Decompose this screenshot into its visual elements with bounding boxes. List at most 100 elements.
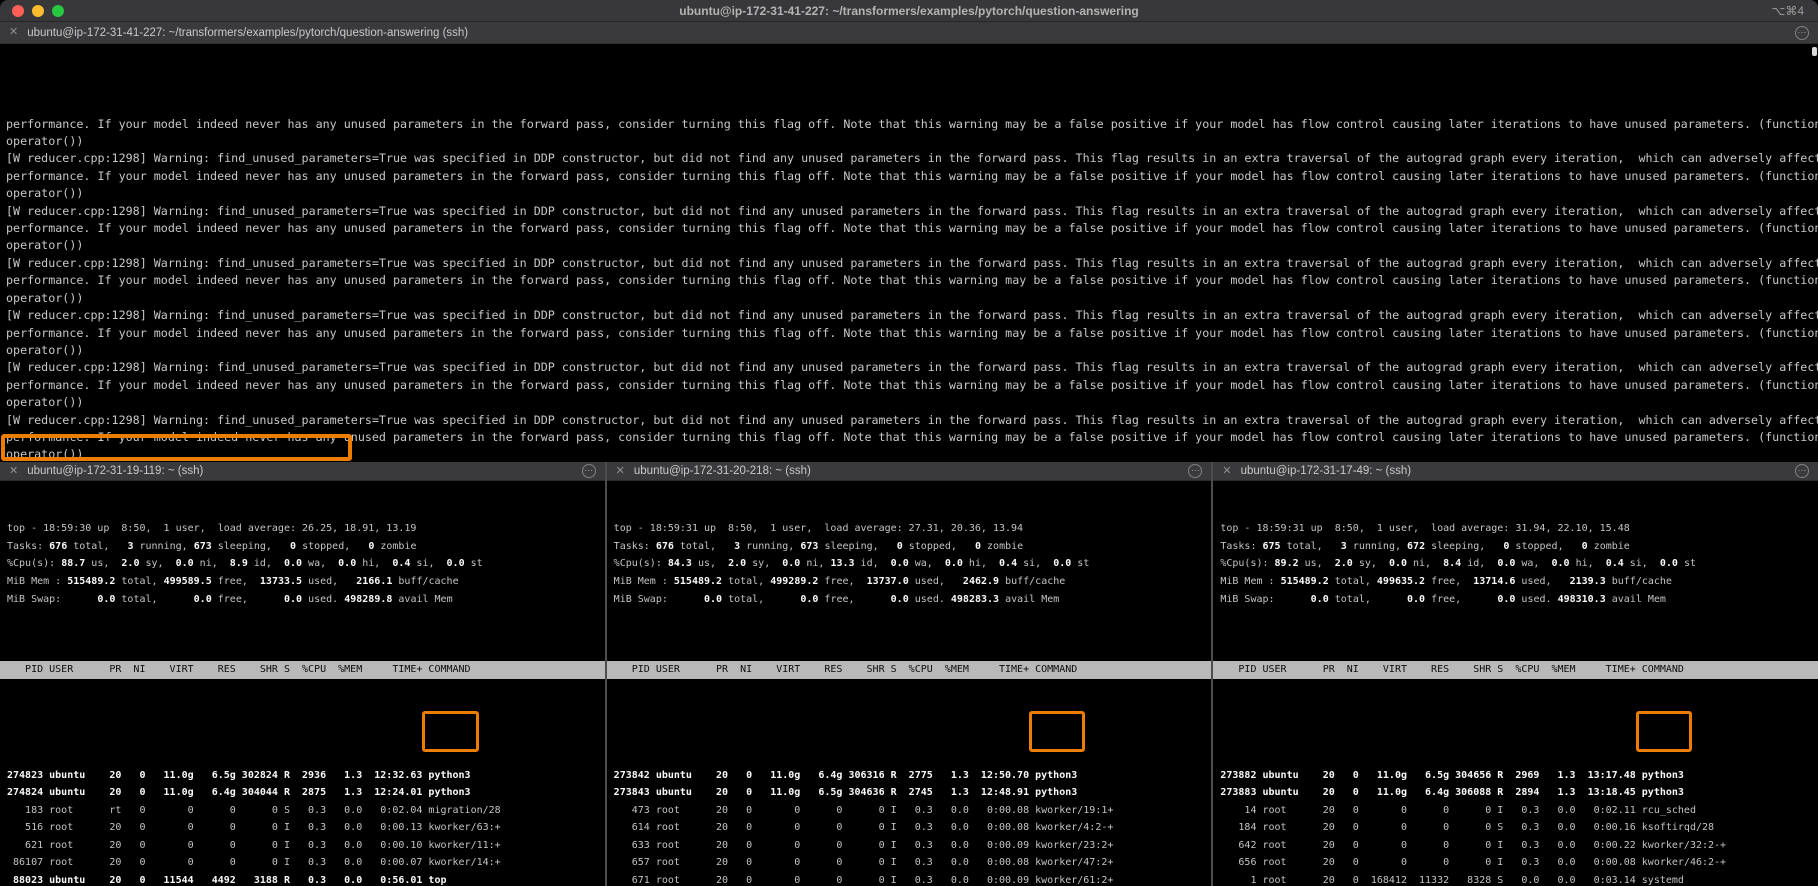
close-window-button[interactable]	[12, 5, 24, 17]
monitor-pane-1-titlebar: ✕ ubuntu@ip-172-31-19-119: ~ (ssh) ⋯	[0, 462, 605, 481]
monitor-pane-2-titlebar: ✕ ubuntu@ip-172-31-20-218: ~ (ssh) ⋯	[607, 462, 1212, 481]
monitor-terminal-1[interactable]: top - 18:59:30 up 8:50, 1 user, load ave…	[0, 481, 605, 886]
terminal-line: operator())	[6, 133, 1818, 150]
close-icon[interactable]: ✕	[9, 27, 18, 38]
summary-line: Tasks: 676 total, 3 running, 673 sleepin…	[614, 538, 1212, 556]
summary-line: Tasks: 676 total, 3 running, 673 sleepin…	[7, 538, 605, 556]
summary-line: %Cpu(s): 89.2 us, 2.0 sy, 0.0 ni, 8.4 id…	[1220, 555, 1818, 573]
terminal-line: performance. If your model indeed never …	[6, 272, 1818, 289]
window-title: ubuntu@ip-172-31-41-227: ~/transformers/…	[679, 4, 1139, 18]
terminal-line: performance. If your model indeed never …	[6, 116, 1818, 133]
process-row: 273883 ubuntu 20 0 11.0g 6.4g 306088 R 2…	[1220, 784, 1818, 802]
terminal-line: operator())	[6, 394, 1818, 411]
zoom-window-button[interactable]	[52, 5, 64, 17]
process-row: 633 root 20 0 0 0 0 I 0.3 0.0 0:00.09 kw…	[614, 837, 1212, 855]
blank-line	[614, 608, 1212, 626]
terminal-line: [W reducer.cpp:1298] Warning: find_unuse…	[6, 255, 1818, 272]
summary-line: %Cpu(s): 88.7 us, 2.0 sy, 0.0 ni, 8.9 id…	[7, 555, 605, 573]
monitor-pane-2: ✕ ubuntu@ip-172-31-20-218: ~ (ssh) ⋯ top…	[607, 462, 1212, 886]
process-row: 657 root 20 0 0 0 0 I 0.3 0.0 0:00.08 kw…	[614, 854, 1212, 872]
scrollbar-thumb[interactable]	[1812, 47, 1817, 56]
terminal-line: performance. If your model indeed never …	[6, 429, 1818, 446]
monitor-pane-3-title: ubuntu@ip-172-31-17-49: ~ (ssh)	[1241, 465, 1412, 477]
summary-line: MiB Swap: 0.0 total, 0.0 free, 0.0 used.…	[614, 591, 1212, 609]
terminal-line: operator())	[6, 237, 1818, 254]
process-row: 516 root 20 0 0 0 0 I 0.3 0.0 0:00.13 kw…	[7, 819, 605, 837]
window-shortcut-badge: ⌥⌘4	[1771, 0, 1804, 21]
summary-line: MiB Mem : 515489.2 total, 499289.2 free,…	[614, 573, 1212, 591]
process-table-header: PID USER PR NI VIRT RES SHR S %CPU %MEM …	[1213, 661, 1818, 679]
process-row: 88023 ubuntu 20 0 11544 4492 3188 R 0.3 …	[7, 872, 605, 886]
close-icon[interactable]: ✕	[616, 466, 625, 477]
process-row: 273843 ubuntu 20 0 11.0g 6.5g 304636 R 2…	[614, 784, 1212, 802]
process-row: 273882 ubuntu 20 0 11.0g 6.5g 304656 R 2…	[1220, 767, 1818, 785]
monitor-pane-3-titlebar: ✕ ubuntu@ip-172-31-17-49: ~ (ssh) ⋯	[1213, 462, 1818, 481]
summary-line: MiB Mem : 515489.2 total, 499589.5 free,…	[7, 573, 605, 591]
monitor-terminal-2[interactable]: top - 18:59:31 up 8:50, 1 user, load ave…	[607, 481, 1212, 886]
process-table-header: PID USER PR NI VIRT RES SHR S %CPU %MEM …	[607, 661, 1212, 679]
process-table: 273882 ubuntu 20 0 11.0g 6.5g 304656 R 2…	[1220, 714, 1818, 886]
process-row: 184 root 20 0 0 0 0 S 0.3 0.0 0:00.16 ks…	[1220, 819, 1818, 837]
terminal-line: performance. If your model indeed never …	[6, 168, 1818, 185]
terminal-line: performance. If your model indeed never …	[6, 220, 1818, 237]
minimize-window-button[interactable]	[32, 5, 44, 17]
terminal-line: [W reducer.cpp:1298] Warning: find_unuse…	[6, 307, 1818, 324]
pane-main-title: ubuntu@ip-172-31-41-227: ~/transformers/…	[27, 27, 468, 39]
process-row: 273842 ubuntu 20 0 11.0g 6.4g 306316 R 2…	[614, 767, 1212, 785]
blank-line	[1220, 608, 1818, 626]
monitor-pane-1: ✕ ubuntu@ip-172-31-19-119: ~ (ssh) ⋯ top…	[0, 462, 605, 886]
terminal-line: [W reducer.cpp:1298] Warning: find_unuse…	[6, 150, 1818, 167]
process-row: 656 root 20 0 0 0 0 I 0.3 0.0 0:00.08 kw…	[1220, 854, 1818, 872]
terminal-line: performance. If your model indeed never …	[6, 377, 1818, 394]
pane-menu-icon[interactable]: ⋯	[1795, 26, 1809, 40]
top-summary: top - 18:59:31 up 8:50, 1 user, load ave…	[1220, 520, 1818, 626]
summary-line: MiB Swap: 0.0 total, 0.0 free, 0.0 used.…	[7, 591, 605, 609]
blank-line	[7, 608, 605, 626]
summary-line: MiB Mem : 515489.2 total, 499635.2 free,…	[1220, 573, 1818, 591]
pane-menu-icon[interactable]: ⋯	[582, 464, 596, 478]
annotation-box-python3	[1029, 711, 1085, 752]
terminal-line: operator())	[6, 290, 1818, 307]
terminal-line: operator())	[6, 342, 1818, 359]
process-table: 274823 ubuntu 20 0 11.0g 6.5g 302824 R 2…	[7, 714, 605, 886]
pane-main-titlebar: ✕ ubuntu@ip-172-31-41-227: ~/transformer…	[0, 22, 1818, 44]
macos-titlebar: ubuntu@ip-172-31-41-227: ~/transformers/…	[0, 0, 1818, 22]
summary-line: top - 18:59:30 up 8:50, 1 user, load ave…	[7, 520, 605, 538]
annotation-box-python3	[422, 711, 478, 752]
terminal-line: [W reducer.cpp:1298] Warning: find_unuse…	[6, 359, 1818, 376]
process-row: 14 root 20 0 0 0 0 I 0.3 0.0 0:02.11 rcu…	[1220, 802, 1818, 820]
close-icon[interactable]: ✕	[1222, 466, 1231, 477]
monitor-pane-2-title: ubuntu@ip-172-31-20-218: ~ (ssh)	[634, 465, 811, 477]
process-row: 614 root 20 0 0 0 0 I 0.3 0.0 0:00.08 kw…	[614, 819, 1212, 837]
monitor-row: ✕ ubuntu@ip-172-31-19-119: ~ (ssh) ⋯ top…	[0, 462, 1818, 886]
terminal-line: operator())	[6, 185, 1818, 202]
annotation-box-python3	[1636, 711, 1692, 752]
top-summary: top - 18:59:31 up 8:50, 1 user, load ave…	[614, 520, 1212, 626]
pane-menu-icon[interactable]: ⋯	[1795, 464, 1809, 478]
monitor-pane-1-title: ubuntu@ip-172-31-19-119: ~ (ssh)	[27, 465, 203, 477]
process-row: 671 root 20 0 0 0 0 I 0.3 0.0 0:00.09 kw…	[614, 872, 1212, 886]
process-row: 86107 root 20 0 0 0 0 I 0.3 0.0 0:00.07 …	[7, 854, 605, 872]
monitor-terminal-3[interactable]: top - 18:59:31 up 8:50, 1 user, load ave…	[1213, 481, 1818, 886]
summary-line: top - 18:59:31 up 8:50, 1 user, load ave…	[614, 520, 1212, 538]
summary-line: top - 18:59:31 up 8:50, 1 user, load ave…	[1220, 520, 1818, 538]
close-icon[interactable]: ✕	[9, 466, 18, 477]
main-terminal-output[interactable]: performance. If your model indeed never …	[0, 44, 1818, 462]
process-row: 274823 ubuntu 20 0 11.0g 6.5g 302824 R 2…	[7, 767, 605, 785]
process-row: 621 root 20 0 0 0 0 I 0.3 0.0 0:00.10 kw…	[7, 837, 605, 855]
top-summary: top - 18:59:30 up 8:50, 1 user, load ave…	[7, 520, 605, 626]
summary-line: %Cpu(s): 84.3 us, 2.0 sy, 0.0 ni, 13.3 i…	[614, 555, 1212, 573]
process-row: 183 root rt 0 0 0 0 S 0.3 0.0 0:02.04 mi…	[7, 802, 605, 820]
process-row: 274824 ubuntu 20 0 11.0g 6.4g 304044 R 2…	[7, 784, 605, 802]
traffic-lights	[12, 0, 64, 21]
pane-menu-icon[interactable]: ⋯	[1188, 464, 1202, 478]
process-row: 473 root 20 0 0 0 0 I 0.3 0.0 0:00.08 kw…	[614, 802, 1212, 820]
process-table-header: PID USER PR NI VIRT RES SHR S %CPU %MEM …	[0, 661, 605, 679]
process-row: 642 root 20 0 0 0 0 I 0.3 0.0 0:00.22 kw…	[1220, 837, 1818, 855]
terminal-window: ubuntu@ip-172-31-41-227: ~/transformers/…	[0, 0, 1818, 886]
monitor-pane-3: ✕ ubuntu@ip-172-31-17-49: ~ (ssh) ⋯ top …	[1213, 462, 1818, 886]
pane-main: ✕ ubuntu@ip-172-31-41-227: ~/transformer…	[0, 22, 1818, 462]
process-row: 1 root 20 0 168412 11332 8328 S 0.0 0.0 …	[1220, 872, 1818, 886]
terminal-line: [W reducer.cpp:1298] Warning: find_unuse…	[6, 412, 1818, 429]
terminal-line: operator())	[6, 446, 1818, 462]
